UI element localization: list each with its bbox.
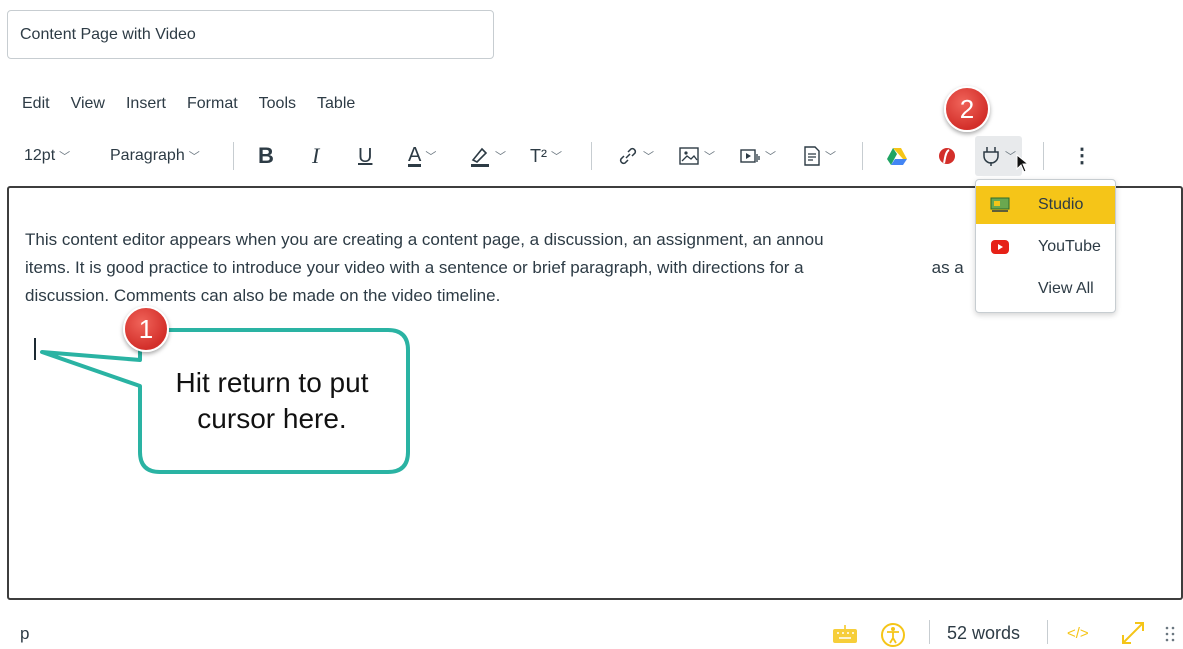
- step-badge-1: 1: [123, 306, 169, 352]
- dropdown-item-studio[interactable]: Studio: [976, 186, 1115, 224]
- dropdown-item-label: YouTube: [1038, 238, 1101, 255]
- youtube-icon: [991, 240, 1009, 254]
- callout-bubble: [40, 328, 410, 474]
- dropdown-item-label: Studio: [1038, 196, 1084, 213]
- callout-text: Hit return to put cursor here.: [175, 367, 369, 434]
- step-badge-2: 2: [944, 86, 990, 132]
- plugin-dropdown-menu: Studio YouTube View All: [975, 179, 1116, 313]
- studio-icon: [990, 197, 1010, 212]
- dropdown-item-label: View All: [1038, 280, 1094, 297]
- dropdown-item-youtube[interactable]: YouTube: [976, 228, 1115, 266]
- dropdown-item-view-all[interactable]: View All: [976, 270, 1115, 308]
